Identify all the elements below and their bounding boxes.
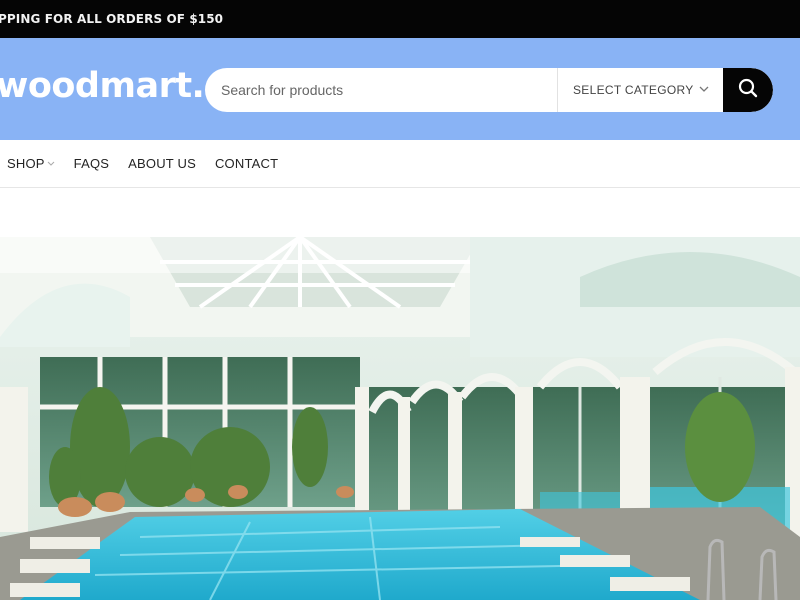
nav-item-contact[interactable]: CONTACT bbox=[215, 156, 278, 171]
search-button[interactable] bbox=[723, 68, 773, 112]
nav-item-about-us[interactable]: ABOUT US bbox=[128, 156, 196, 171]
main-navigation: SHOP FAQS ABOUT US CONTACT bbox=[0, 140, 800, 188]
search-icon bbox=[738, 78, 758, 103]
search-form: SELECT CATEGORY bbox=[205, 68, 773, 112]
search-input[interactable] bbox=[205, 68, 557, 112]
hero-image bbox=[0, 237, 800, 600]
promo-text: PPING FOR ALL ORDERS OF $150 bbox=[0, 12, 224, 26]
chevron-down-icon bbox=[699, 85, 709, 96]
chevron-down-icon bbox=[47, 160, 55, 169]
pool-conservatory-illustration bbox=[0, 237, 800, 600]
category-select[interactable]: SELECT CATEGORY bbox=[557, 68, 723, 112]
nav-item-shop[interactable]: SHOP bbox=[7, 156, 55, 171]
site-logo[interactable]: woodmart. bbox=[0, 66, 205, 106]
nav-item-faqs[interactable]: FAQS bbox=[74, 156, 109, 171]
category-select-label: SELECT CATEGORY bbox=[573, 83, 694, 97]
nav-item-label: CONTACT bbox=[214, 156, 279, 171]
site-header: woodmart. SELECT CATEGORY bbox=[0, 38, 800, 140]
nav-item-label: SHOP bbox=[7, 156, 45, 171]
nav-item-label: ABOUT US bbox=[128, 156, 196, 171]
promo-bar: PPING FOR ALL ORDERS OF $150 bbox=[0, 0, 800, 38]
nav-item-label: FAQS bbox=[73, 156, 110, 171]
